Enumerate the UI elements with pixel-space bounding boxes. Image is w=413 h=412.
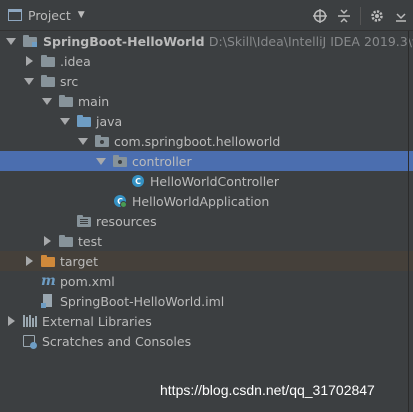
panel-divider <box>408 31 409 412</box>
spring-boot-application-icon: C <box>112 193 128 209</box>
tree-item-iml[interactable]: SpringBoot-HelloWorld.iml <box>0 291 413 311</box>
expand-arrow-icon[interactable] <box>96 151 106 171</box>
folder-icon <box>40 73 56 89</box>
resources-folder-label: resources <box>96 214 157 229</box>
collapsed-arrow-icon[interactable] <box>6 311 16 331</box>
dropdown-caret-icon[interactable]: ▼ <box>78 10 85 20</box>
project-icon <box>8 9 22 21</box>
module-folder-icon <box>22 33 38 49</box>
tree-item-scratches[interactable]: Scratches and Consoles <box>0 331 413 351</box>
expand-arrow-icon[interactable] <box>78 131 88 151</box>
expand-arrow-icon[interactable] <box>60 111 70 131</box>
collapsed-arrow-icon[interactable] <box>42 231 52 251</box>
package-icon <box>112 153 128 169</box>
maven-icon: m <box>41 273 56 289</box>
tree-item-idea[interactable]: .idea <box>0 51 413 71</box>
expand-arrow-icon[interactable] <box>24 71 34 91</box>
watermark-text: https://blog.csdn.net/qq_31702847 <box>160 382 375 398</box>
test-folder-label: test <box>78 234 103 249</box>
tree-item-resources[interactable]: resources <box>0 211 413 231</box>
tree-item-package[interactable]: com.springboot.helloworld <box>0 131 413 151</box>
external-libraries-label: External Libraries <box>42 314 152 329</box>
project-toolbar: Project ▼ <box>0 0 413 31</box>
iml-file-label: SpringBoot-HelloWorld.iml <box>60 294 225 309</box>
project-root-label: SpringBoot-HelloWorld D:\Skill\Idea\Inte… <box>43 34 413 49</box>
gear-icon[interactable] <box>365 4 389 28</box>
scratches-label: Scratches and Consoles <box>42 334 192 349</box>
expand-arrow-icon[interactable] <box>6 31 16 51</box>
toolbar-divider <box>360 6 361 25</box>
tree-item-target[interactable]: target <box>0 251 413 271</box>
source-root-folder-icon <box>76 113 92 129</box>
collapsed-arrow-icon[interactable] <box>24 51 34 71</box>
controller-package-label: controller <box>132 154 192 169</box>
collapse-all-icon[interactable] <box>332 4 356 28</box>
tree-item-main[interactable]: main <box>0 91 413 111</box>
scratches-icon <box>22 333 38 349</box>
java-folder-label: java <box>96 114 123 129</box>
locate-target-icon[interactable] <box>308 4 332 28</box>
project-root-path: D:\Skill\Idea\IntelliJ IDEA 2019.3\work <box>208 34 413 49</box>
tree-item-project-root[interactable]: SpringBoot-HelloWorld D:\Skill\Idea\Inte… <box>0 31 413 51</box>
tree-item-pom[interactable]: m pom.xml <box>0 271 413 291</box>
tree-item-src[interactable]: src <box>0 71 413 91</box>
package-icon <box>94 133 110 149</box>
package-label: com.springboot.helloworld <box>114 134 281 149</box>
idea-folder-label: .idea <box>60 54 91 69</box>
target-folder-label: target <box>60 254 99 269</box>
module-file-icon <box>40 293 56 309</box>
folder-icon <box>58 93 74 109</box>
idea-name: idea <box>63 54 91 69</box>
java-class-icon: C <box>130 173 146 189</box>
application-class-label: HelloWorldApplication <box>132 194 270 209</box>
folder-icon <box>58 233 74 249</box>
project-title: Project <box>28 7 71 23</box>
hide-panel-icon[interactable] <box>389 4 413 28</box>
resources-folder-icon <box>76 213 92 229</box>
tree-item-java[interactable]: java <box>0 111 413 131</box>
tree-item-external-libraries[interactable]: External Libraries <box>0 311 413 331</box>
controller-class-label: HelloWorldController <box>150 174 279 189</box>
main-folder-label: main <box>78 94 110 109</box>
src-folder-label: src <box>60 74 79 89</box>
collapsed-arrow-icon[interactable] <box>24 251 34 271</box>
tree-item-helloworldapplication[interactable]: C HelloWorldApplication <box>0 191 413 211</box>
tree-item-controller[interactable]: controller <box>0 151 413 171</box>
excluded-folder-icon <box>40 253 56 269</box>
tree-item-test[interactable]: test <box>0 231 413 251</box>
expand-arrow-icon[interactable] <box>42 91 52 111</box>
tree-item-helloworldcontroller[interactable]: C HelloWorldController <box>0 171 413 191</box>
pom-file-label: pom.xml <box>60 274 115 289</box>
folder-icon <box>40 53 56 69</box>
libraries-icon <box>22 313 38 329</box>
project-view-selector[interactable]: Project ▼ <box>0 0 85 31</box>
